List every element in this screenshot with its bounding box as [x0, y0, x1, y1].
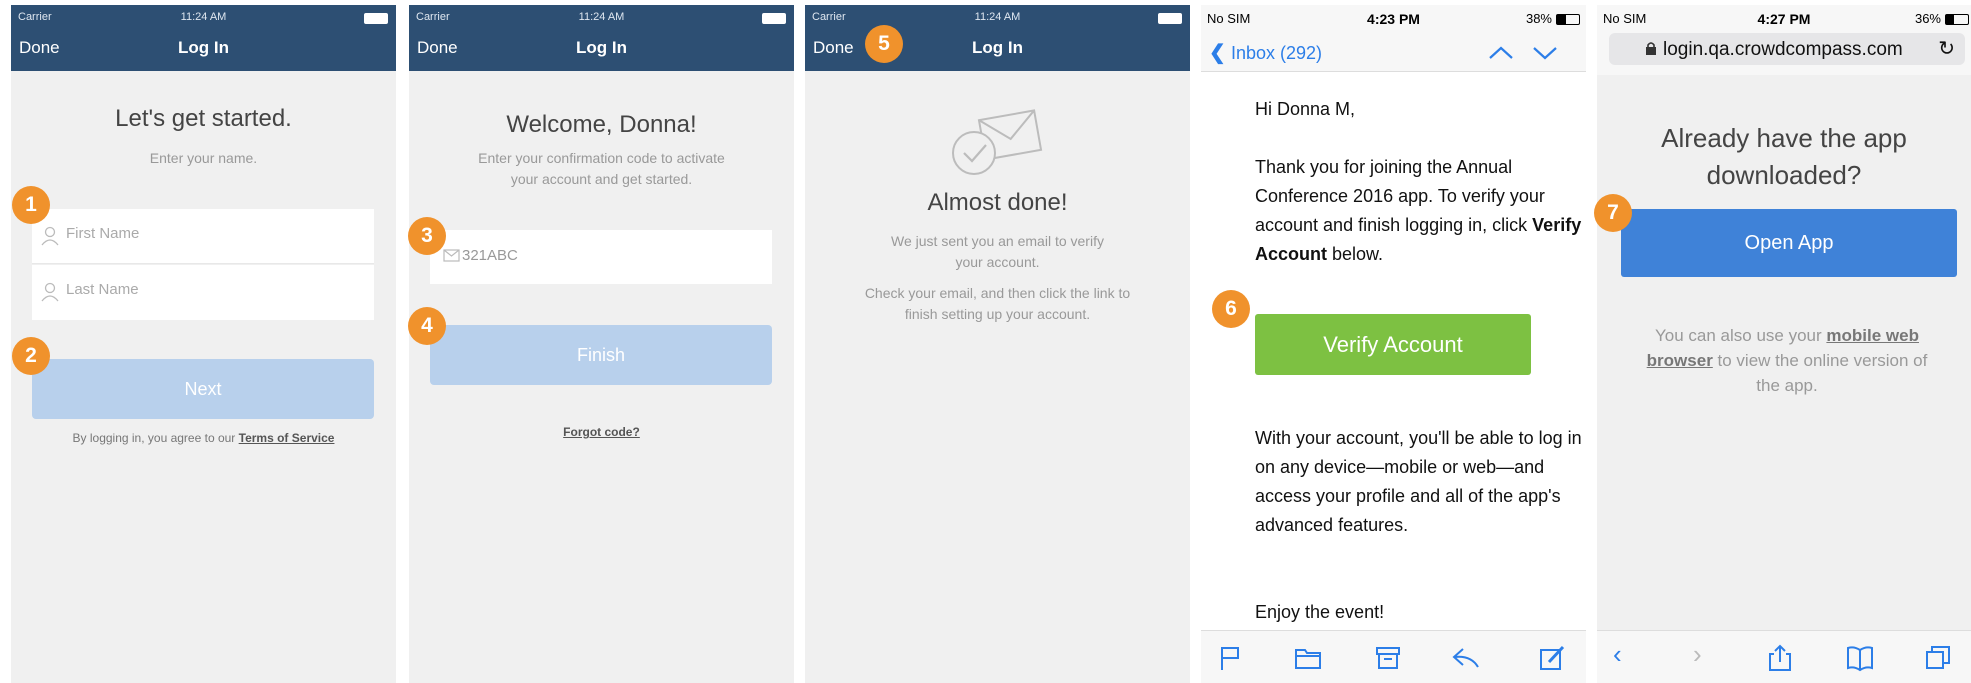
email-greeting: Hi Donna M,: [1255, 99, 1356, 119]
terms-prefix: By logging in, you agree to our: [72, 431, 236, 445]
battery-icon: [364, 13, 388, 24]
browser-top-bar: No SIM 4:27 PM 36% login.qa.crowdcompass…: [1597, 5, 1971, 75]
email-closing: Enjoy the event!: [1255, 602, 1385, 622]
envelope-icon: [443, 249, 460, 262]
forgot-code-wrap: Forgot code?: [409, 425, 794, 439]
screen-almost-done: Carrier 11:24 AM Done Log In Almost done…: [805, 5, 1190, 683]
archive-icon[interactable]: [1373, 643, 1403, 673]
heading: Almost done!: [927, 189, 1068, 216]
subheading-line-1: Enter your confirmation code to activate: [478, 150, 725, 166]
chevron-up-icon[interactable]: [1488, 45, 1514, 61]
step-badge-1: 1: [12, 186, 50, 224]
flag-icon[interactable]: [1215, 643, 1245, 673]
battery-percent: 36%: [1914, 11, 1941, 26]
email-sent-icon: [952, 109, 1043, 175]
subheading-line-2: your account and get started.: [510, 171, 693, 187]
subheading: Enter your name.: [149, 150, 258, 166]
screen-browser: No SIM 4:27 PM 36% login.qa.crowdcompass…: [1594, 5, 1971, 683]
back-arrow-icon[interactable]: ‹: [1613, 639, 1622, 670]
last-name-field[interactable]: Last Name: [32, 265, 374, 320]
compose-icon[interactable]: [1537, 643, 1567, 673]
reply-icon[interactable]: [1451, 643, 1481, 673]
status-time: 11:24 AM: [974, 11, 1021, 23]
folder-icon[interactable]: [1293, 643, 1323, 673]
browser-info-prefix: You can also use your: [1655, 326, 1827, 345]
status-time: 11:24 AM: [180, 11, 227, 23]
email-paragraph-2: With your account, you'll be able to log…: [1255, 428, 1582, 535]
info-line-2: your account.: [955, 254, 1040, 270]
screen-email: No SIM 4:23 PM 38% ❮ Inbox (292) Hi Donn…: [1201, 5, 1586, 683]
nav-bar: Carrier 11:24 AM Done Log In: [11, 5, 396, 71]
url-text: login.qa.crowdcompass.com: [1663, 39, 1903, 60]
step-badge-5: 5: [865, 25, 903, 63]
bookmarks-icon[interactable]: [1845, 643, 1875, 673]
person-icon: [41, 226, 59, 246]
chevron-down-icon[interactable]: [1532, 45, 1558, 61]
nav-bar: Carrier 11:24 AM Done Log In: [805, 5, 1190, 71]
info-line-3: Check your email, and then click the lin…: [864, 285, 1131, 301]
info-line-1: We just sent you an email to verify: [891, 233, 1104, 249]
share-icon[interactable]: [1765, 643, 1795, 673]
page-title: Log In: [576, 38, 627, 57]
battery-percent: 38%: [1525, 11, 1552, 26]
battery-icon: [1556, 14, 1580, 25]
tabs-icon[interactable]: [1923, 643, 1953, 673]
step-badge-3: 3: [408, 217, 446, 255]
back-chevron-icon[interactable]: ❮: [1209, 40, 1226, 65]
lock-icon: [1646, 42, 1656, 55]
terms-text: By logging in, you agree to our Terms of…: [11, 431, 396, 445]
heading-line-2: downloaded?: [1706, 160, 1862, 190]
inbox-back-button[interactable]: Inbox (292): [1231, 43, 1322, 64]
mail-nav-bar: No SIM 4:23 PM 38% ❮ Inbox (292): [1201, 5, 1586, 72]
email-paragraph-1-text: Thank you for joining the Annual Confere…: [1255, 157, 1545, 235]
person-icon: [41, 282, 59, 302]
confirmation-code-value: 321ABC: [462, 247, 518, 264]
browser-toolbar: ‹ ›: [1597, 630, 1971, 683]
terms-link[interactable]: Terms of Service: [239, 431, 335, 445]
screen-name-entry: Carrier 11:24 AM Done Log In Let's get s…: [11, 5, 396, 683]
browser-info-suffix: to view the online version of the app.: [1712, 351, 1928, 395]
forward-arrow-icon[interactable]: ›: [1693, 639, 1702, 670]
step-badge-4: 4: [408, 307, 446, 345]
heading: Welcome, Donna!: [506, 111, 697, 138]
page-title: Log In: [178, 38, 229, 57]
last-name-placeholder: Last Name: [66, 281, 139, 298]
confirmation-code-input[interactable]: 321ABC: [430, 230, 772, 284]
browser-info-text: You can also use your mobile web browser…: [1637, 323, 1937, 398]
heading: Let's get started.: [115, 105, 292, 132]
battery-icon: [1945, 14, 1969, 25]
forgot-code-link[interactable]: Forgot code?: [563, 425, 640, 439]
verify-account-button[interactable]: Verify Account: [1255, 314, 1531, 375]
step-badge-7: 7: [1594, 194, 1632, 232]
email-paragraph-1: Thank you for joining the Annual Confere…: [1255, 153, 1595, 269]
screen-confirmation-code: Carrier 11:24 AM Done Log In Welcome, Do…: [408, 5, 794, 683]
status-time: 11:24 AM: [578, 11, 625, 23]
battery-icon: [762, 13, 786, 24]
info-line-4: finish setting up your account.: [904, 306, 1091, 322]
step-badge-6: 6: [1212, 290, 1250, 328]
first-name-field[interactable]: First Name: [32, 209, 374, 264]
open-app-button[interactable]: Open App: [1621, 209, 1957, 277]
page-title: Log In: [972, 38, 1023, 57]
email-paragraph-1-end: below.: [1327, 244, 1384, 264]
heading-line-1: Already have the app: [1661, 123, 1907, 153]
finish-button[interactable]: Finish: [430, 325, 772, 385]
reload-icon[interactable]: ↻: [1938, 36, 1955, 61]
step-badge-2: 2: [12, 337, 50, 375]
mail-toolbar: [1201, 630, 1586, 683]
nav-bar: Carrier 11:24 AM Done Log In: [409, 5, 794, 71]
battery-icon: [1158, 13, 1182, 24]
first-name-placeholder: First Name: [66, 225, 140, 242]
url-bar[interactable]: login.qa.crowdcompass.com ↻: [1609, 33, 1965, 65]
next-button[interactable]: Next: [32, 359, 374, 419]
